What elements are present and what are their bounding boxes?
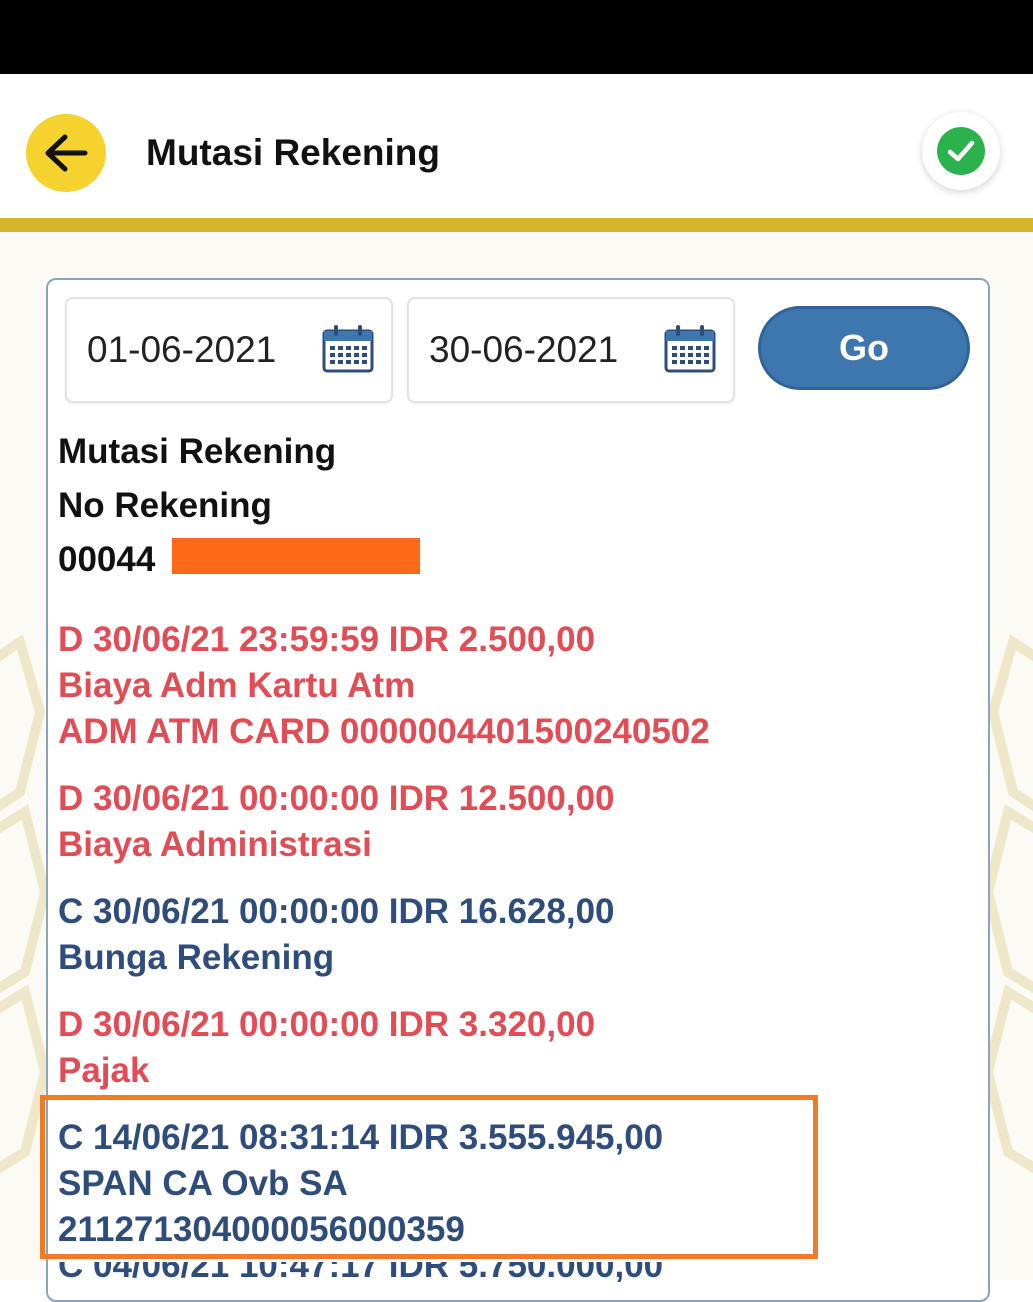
account-number-value: 00044 [58, 540, 156, 579]
end-date-value: 30-06-2021 [429, 329, 619, 370]
account-number-label: No Rekening [58, 486, 272, 525]
transaction-summary: D 30/06/21 00:00:00 IDR 3.320,00 [58, 1005, 596, 1044]
start-date-field[interactable]: 01-06-2021 [65, 297, 393, 403]
calendar-icon[interactable] [663, 323, 717, 375]
highlight-box [40, 1095, 818, 1259]
transaction-summary: C 30/06/21 00:00:00 IDR 16.628,00 [58, 892, 615, 931]
status-indicator[interactable] [922, 112, 1000, 190]
transaction-description: Pajak [58, 1051, 150, 1090]
calendar-icon[interactable] [321, 323, 375, 375]
page-title: Mutasi Rekening [146, 132, 440, 173]
statement-heading: Mutasi Rekening [58, 432, 337, 471]
start-date-value: 01-06-2021 [87, 329, 277, 370]
transaction-description: Bunga Rekening [58, 938, 335, 977]
header-divider [0, 218, 1033, 232]
transaction-reference: ADM ATM CARD 0000004401500240502 [58, 712, 710, 751]
redaction-mark [172, 538, 420, 574]
arrow-left-icon [45, 134, 88, 172]
transaction-summary: D 30/06/21 00:00:00 IDR 12.500,00 [58, 779, 615, 818]
transaction-summary: D 30/06/21 23:59:59 IDR 2.500,00 [58, 620, 596, 659]
go-button[interactable]: Go [758, 306, 970, 390]
partial-transaction-row: C 04/06/21 10:47:17 IDR 5.750.000,00 [58, 1262, 748, 1282]
transaction-description: Biaya Administrasi [58, 825, 372, 864]
transaction-summary: C 04/06/21 10:47:17 IDR 5.750.000,00 [58, 1262, 664, 1282]
status-bar [0, 0, 1033, 74]
app-bar: Mutasi Rekening [0, 74, 1033, 218]
check-circle-icon [937, 127, 985, 175]
transaction-description: Biaya Adm Kartu Atm [58, 666, 416, 705]
end-date-field[interactable]: 30-06-2021 [407, 297, 735, 403]
back-button[interactable] [26, 114, 106, 192]
